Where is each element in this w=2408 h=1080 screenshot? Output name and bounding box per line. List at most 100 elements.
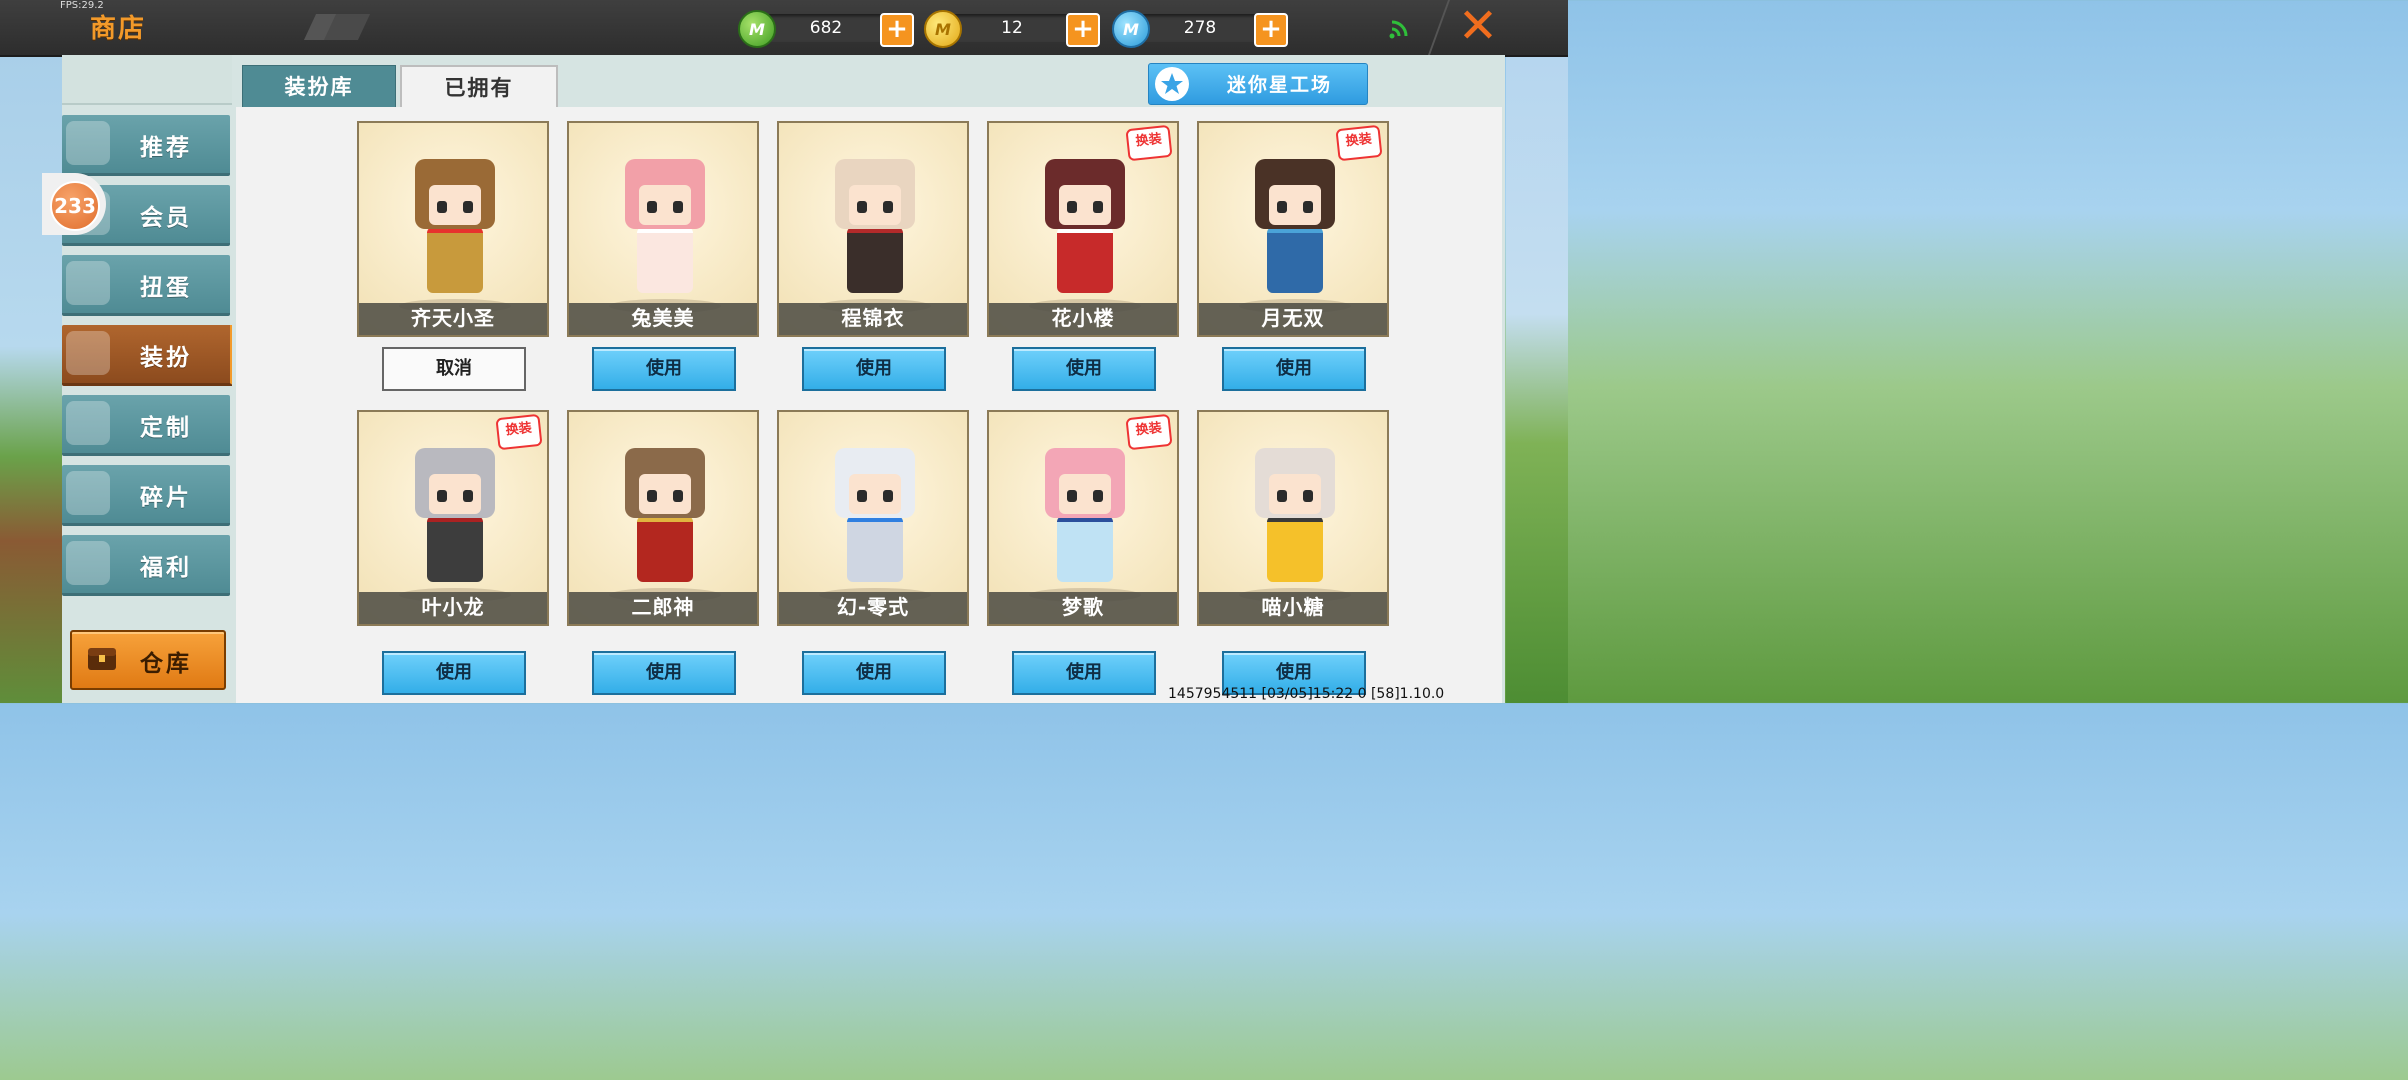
cancel-outfit-button[interactable]: 取消 <box>382 347 526 391</box>
character-eye <box>647 201 657 213</box>
skin-card[interactable]: 喵小糖 <box>1197 410 1389 626</box>
character-head <box>835 448 915 518</box>
use-outfit-button[interactable]: 使用 <box>802 651 946 695</box>
close-separator <box>1427 0 1451 55</box>
skin-name: 梦歌 <box>1062 595 1104 619</box>
character-eye <box>1277 201 1287 213</box>
character-head <box>625 448 705 518</box>
character-body <box>1057 516 1113 582</box>
sidebar-item-5[interactable]: puzzle-icon 碎片 <box>62 465 230 526</box>
character-eye <box>463 490 473 502</box>
character-body <box>1267 227 1323 293</box>
add-green-coin-button[interactable]: + <box>880 13 914 47</box>
sidebar-item-label: 碎片 <box>140 485 192 511</box>
swap-outfit-tag: 换装 <box>495 413 543 451</box>
character-head <box>1255 448 1335 518</box>
gift-icon: gift-icon <box>66 541 110 585</box>
currency-gold: M 12 + <box>924 10 1100 48</box>
use-outfit-button[interactable]: 使用 <box>382 651 526 695</box>
shirt-icon: shirt-icon <box>66 331 110 375</box>
character-eye <box>857 201 867 213</box>
character-eye <box>647 490 657 502</box>
warehouse-button[interactable]: 仓库 <box>70 630 226 690</box>
thumbs-up-icon: thumbs-up-icon <box>66 121 110 165</box>
character-eye <box>883 201 893 213</box>
use-outfit-button[interactable]: 使用 <box>802 347 946 391</box>
background-scenery-right <box>1506 55 1568 703</box>
character-portrait <box>615 438 715 588</box>
character-portrait <box>1245 149 1345 299</box>
sidebar-item-3[interactable]: shirt-icon 装扮 <box>62 325 234 386</box>
sidebar-item-4[interactable]: pencil-icon 定制 <box>62 395 230 456</box>
character-head <box>415 448 495 518</box>
currency-green-value: 682 <box>809 18 843 38</box>
currency-blue: M 278 + <box>1112 10 1288 48</box>
top-bar: FPS:29.2 商店 M 682 + M 12 + M 278 + ✕ <box>0 0 1568 57</box>
pencil-icon: pencil-icon <box>66 401 110 445</box>
skin-card[interactable]: 程锦衣 <box>777 121 969 337</box>
character-portrait <box>405 438 505 588</box>
tab-owned[interactable]: 已拥有 <box>400 65 558 111</box>
character-head <box>1045 159 1125 229</box>
swap-outfit-tag: 换装 <box>1125 124 1173 162</box>
character-eye <box>883 490 893 502</box>
warehouse-label: 仓库 <box>140 651 192 677</box>
add-gold-coin-button[interactable]: + <box>1066 13 1100 47</box>
use-outfit-button[interactable]: 使用 <box>592 347 736 391</box>
close-button[interactable]: ✕ <box>1455 2 1501 50</box>
sidebar-item-label: 定制 <box>140 415 192 441</box>
sidebar-header <box>62 55 232 105</box>
character-portrait <box>615 149 715 299</box>
character-body <box>427 516 483 582</box>
character-eye <box>463 201 473 213</box>
currency-blue-value: 278 <box>1183 18 1217 38</box>
character-eye <box>1277 490 1287 502</box>
sidebar-item-label: 扭蛋 <box>140 275 192 301</box>
build-info: 1457954511 [03/05]15:22 0 [58]1.10.0 <box>1168 686 1445 702</box>
skin-card[interactable]: 幻-零式 <box>777 410 969 626</box>
outfit-panel: 装扮库 已拥有 迷你星工场 齐天小圣 取消 兔美美 使用 程锦衣 使用 换装 花小楼 使用 换装月… <box>232 55 1505 703</box>
skin-card[interactable]: 齐天小圣 <box>357 121 549 337</box>
currency-green: M 682 + <box>738 10 914 48</box>
badge-count: 233 <box>50 181 100 231</box>
character-head <box>625 159 705 229</box>
notification-badge[interactable]: 233 <box>42 173 106 235</box>
skin-card[interactable]: 二郎神 <box>567 410 759 626</box>
mini-star-studio-button[interactable]: 迷你星工场 <box>1148 63 1368 105</box>
skin-name: 喵小糖 <box>1261 595 1325 619</box>
sidebar-item-0[interactable]: thumbs-up-icon 推荐 <box>62 115 230 176</box>
character-body <box>847 516 903 582</box>
tab-outfit-library[interactable]: 装扮库 <box>242 65 396 109</box>
use-outfit-button[interactable]: 使用 <box>1012 651 1156 695</box>
skin-card[interactable]: 换装 花小楼 <box>987 121 1179 337</box>
skin-card[interactable]: 换装 月无双 <box>1197 121 1389 337</box>
background-scenery-left <box>0 55 62 703</box>
skin-card[interactable]: 兔美美 <box>567 121 759 337</box>
character-body <box>637 227 693 293</box>
character-eye <box>673 201 683 213</box>
character-body <box>427 227 483 293</box>
character-portrait <box>405 149 505 299</box>
skin-card[interactable]: 换装梦歌 <box>987 410 1179 626</box>
character-portrait <box>1245 438 1345 588</box>
swap-outfit-tag: 换装 <box>1125 413 1173 451</box>
skin-card[interactable]: 换装 叶小龙 <box>357 410 549 626</box>
character-body <box>1267 516 1323 582</box>
character-eye <box>1067 201 1077 213</box>
chest-icon <box>88 648 116 670</box>
sidebar-item-label: 福利 <box>140 555 192 581</box>
add-blue-coin-button[interactable]: + <box>1254 13 1288 47</box>
signal-icon <box>1389 20 1408 39</box>
use-outfit-button[interactable]: 使用 <box>592 651 736 695</box>
currency-gold-value: 12 <box>1001 18 1023 38</box>
sidebar-item-6[interactable]: gift-icon 福利 <box>62 535 230 596</box>
skin-name: 幻-零式 <box>836 595 910 619</box>
swap-outfit-tag: 换装 <box>1335 124 1383 162</box>
sidebar-item-2[interactable]: capsule-icon 扭蛋 <box>62 255 230 316</box>
character-portrait <box>1035 438 1135 588</box>
skin-name: 兔美美 <box>631 306 695 330</box>
use-outfit-button[interactable]: 使用 <box>1012 347 1156 391</box>
gold-coin-icon: M <box>924 10 962 48</box>
character-head <box>1255 159 1335 229</box>
use-outfit-button[interactable]: 使用 <box>1222 347 1366 391</box>
